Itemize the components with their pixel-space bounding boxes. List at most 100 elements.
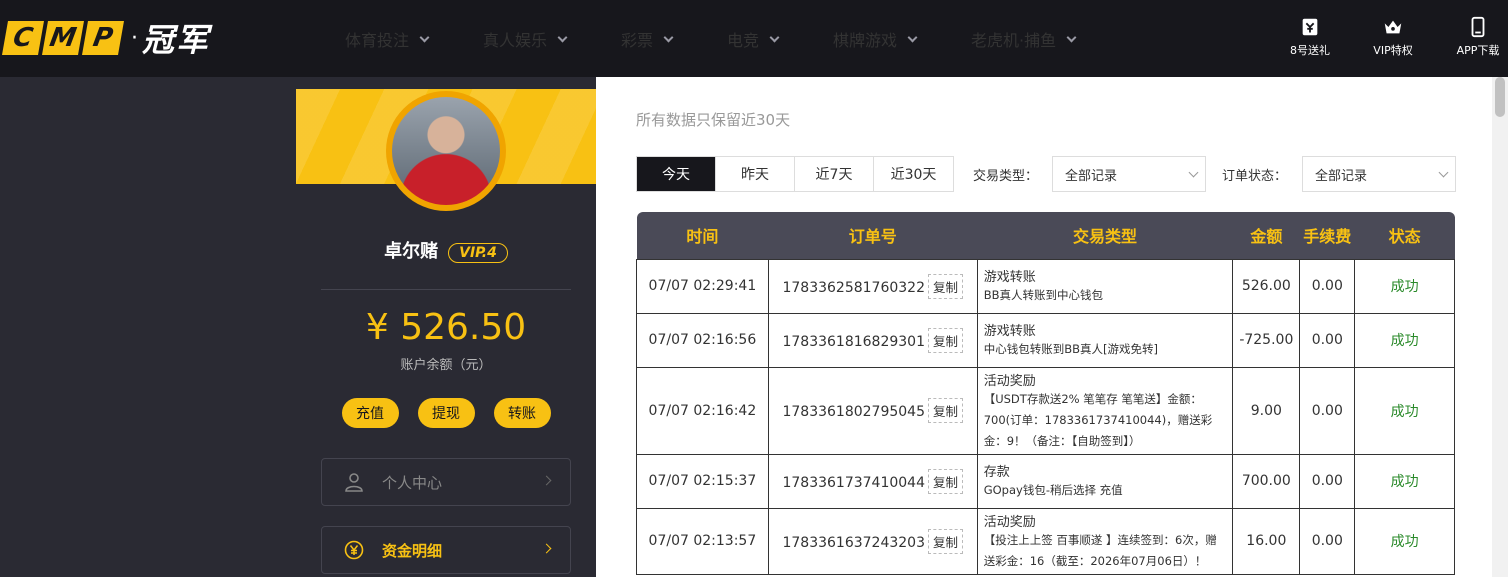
logo-letter-p: P xyxy=(82,21,124,55)
cell-fee: 0.00 xyxy=(1299,453,1356,509)
divider xyxy=(321,289,571,290)
logo-letter-m: M xyxy=(42,21,84,55)
avatar-image xyxy=(392,97,500,205)
order-number: 1783362581760322 xyxy=(782,279,925,296)
tool-app[interactable]: APP下载 xyxy=(1443,16,1508,58)
nav-sports[interactable]: 体育投注 xyxy=(345,27,430,51)
table-row: 07/07 02:16:56 1783361816829301 复制 游戏转账 中心… xyxy=(636,312,1455,368)
copy-button[interactable]: 复制 xyxy=(928,327,964,353)
cell-fee: 0.00 xyxy=(1299,258,1356,314)
cell-status: 成功 xyxy=(1354,366,1455,455)
page-scrollbar[interactable] xyxy=(1492,77,1508,577)
status-filter-select[interactable]: 全部记录 xyxy=(1302,156,1456,192)
order-number: 1783361637243203 xyxy=(782,534,925,551)
type-filter-select[interactable]: 全部记录 xyxy=(1052,156,1206,192)
nav-live-casino[interactable]: 真人娱乐 xyxy=(483,27,568,51)
menu-fund-details[interactable]: 资金明细 xyxy=(321,526,571,574)
cell-time: 07/07 02:13:57 xyxy=(636,507,769,575)
col-header-type: 交易类型 xyxy=(977,212,1233,259)
col-header-order: 订单号 xyxy=(768,212,978,259)
chevron-down-icon xyxy=(419,32,430,42)
balance-amount: ¥ 526.50 xyxy=(365,307,527,348)
nav-cards[interactable]: 棋牌游戏 xyxy=(833,27,918,51)
table-row: 07/07 02:15:37 1783361737410044 复制 存款 GOpa… xyxy=(636,453,1455,509)
nav-label: 体育投注 xyxy=(345,31,410,50)
nav-esports[interactable]: 电竞 xyxy=(727,27,780,51)
type-title: 游戏转账 xyxy=(983,324,1036,339)
nav-label: 真人娱乐 xyxy=(483,31,548,50)
table-row: 07/07 02:16:42 1783361802795045 复制 活动奖励【U… xyxy=(636,366,1455,455)
type-title: 活动奖励 xyxy=(983,514,1036,530)
col-header-amount: 金额 xyxy=(1232,212,1300,259)
balance-label: 账户余额（元） xyxy=(400,358,492,373)
select-value: 全部记录 xyxy=(1315,168,1368,184)
tab-7-days[interactable]: 近7天 xyxy=(795,157,874,191)
nav-label: 电竞 xyxy=(727,31,760,50)
tool-label: APP下载 xyxy=(1456,44,1500,57)
copy-button[interactable]: 复制 xyxy=(928,528,964,554)
chevron-down-icon xyxy=(907,32,918,42)
nav-label: 彩票 xyxy=(621,31,654,50)
type-filter-label: 交易类型： xyxy=(973,169,1039,184)
chevron-down-icon xyxy=(663,32,674,42)
type-title: 活动奖励 xyxy=(983,373,1036,389)
deposit-button[interactable]: 充值 xyxy=(341,398,399,428)
nav-slots-fishing[interactable]: 老虎机·捕鱼 xyxy=(971,27,1077,51)
tool-vip[interactable]: VIP特权 xyxy=(1358,16,1428,58)
avatar[interactable] xyxy=(386,91,506,211)
chevron-down-icon xyxy=(1066,32,1077,42)
phone-icon xyxy=(1471,16,1485,38)
table-row: 07/07 02:29:41 1783362581760322 复制 游戏转账 BB… xyxy=(636,258,1455,314)
type-detail: GOpay钱包-稍后选择 充值 xyxy=(983,483,1123,497)
menu-personal-center[interactable]: 个人中心 xyxy=(321,458,571,506)
tab-yesterday[interactable]: 昨天 xyxy=(716,157,795,191)
cell-type: 游戏转账中心钱包转账到BB真人[游戏免转] xyxy=(976,312,1234,368)
cell-status: 成功 xyxy=(1354,507,1455,575)
tab-today[interactable]: 今天 xyxy=(637,157,716,191)
cell-fee: 0.00 xyxy=(1299,366,1356,455)
cell-status: 成功 xyxy=(1354,258,1455,314)
cell-order: 1783361637243203 复制 xyxy=(767,507,978,575)
table-header-row: 时间 订单号 交易类型 金额 手续费 状态 xyxy=(636,212,1455,259)
select-value: 全部记录 xyxy=(1065,168,1118,184)
cell-fee: 0.00 xyxy=(1299,507,1356,575)
transfer-button[interactable]: 转账 xyxy=(493,398,551,428)
scrollbar-thumb[interactable] xyxy=(1495,77,1505,117)
vip-badge: VIP.4 xyxy=(448,243,508,263)
col-header-status: 状态 xyxy=(1354,212,1455,259)
cell-time: 07/07 02:16:42 xyxy=(636,366,769,455)
cell-order: 1783361802795045 复制 xyxy=(767,366,978,455)
yuan-coin-icon xyxy=(344,540,364,560)
copy-button[interactable]: 复制 xyxy=(928,398,964,423)
username: 卓尔赌 xyxy=(384,241,439,262)
chevron-down-icon xyxy=(769,32,780,42)
logo-cn-text: 冠军 xyxy=(142,21,211,59)
nav-lottery[interactable]: 彩票 xyxy=(621,27,674,51)
cell-amount: 526.00 xyxy=(1232,258,1301,314)
chevron-right-icon xyxy=(541,475,552,486)
tool-gift[interactable]: 8号送礼 xyxy=(1275,16,1345,58)
cell-amount: 9.00 xyxy=(1232,366,1301,455)
cell-status: 成功 xyxy=(1354,453,1455,509)
chevron-down-icon xyxy=(557,32,568,42)
tab-30-days[interactable]: 近30天 xyxy=(874,157,953,191)
cell-status: 成功 xyxy=(1354,312,1455,368)
cell-time: 07/07 02:15:37 xyxy=(636,453,769,509)
retention-notice: 所有数据只保留近30天 xyxy=(636,111,791,129)
copy-button[interactable]: 复制 xyxy=(928,273,964,299)
type-detail: 【投注上上签 百事顺遂 】连续签到：6次，赠送彩金：16（截至：2026年07月… xyxy=(983,532,1217,568)
type-detail: BB真人转账到中心钱包 xyxy=(983,288,1103,302)
logo-dot: · xyxy=(131,25,138,51)
type-detail: 中心钱包转账到BB真人[游戏免转] xyxy=(983,342,1158,356)
type-detail: 【USDT存款送2% 笔笔存 笔笔送】金额：700(订单：17833617374… xyxy=(983,391,1213,448)
cell-order: 1783362581760322 复制 xyxy=(767,258,978,314)
type-title: 游戏转账 xyxy=(983,270,1036,285)
chevron-down-icon xyxy=(1438,167,1449,178)
chevron-down-icon xyxy=(1188,167,1199,178)
copy-button[interactable]: 复制 xyxy=(928,468,964,494)
cell-time: 07/07 02:29:41 xyxy=(636,258,769,314)
withdraw-button[interactable]: 提现 xyxy=(417,398,475,428)
status-filter-label: 订单状态： xyxy=(1222,169,1288,184)
site-logo[interactable]: C M P · 冠军 xyxy=(2,20,210,59)
account-sidebar: 卓尔赌 VIP.4 ¥ 526.50 账户余额（元） 充值 提现 转账 个人中心 … xyxy=(296,89,596,577)
